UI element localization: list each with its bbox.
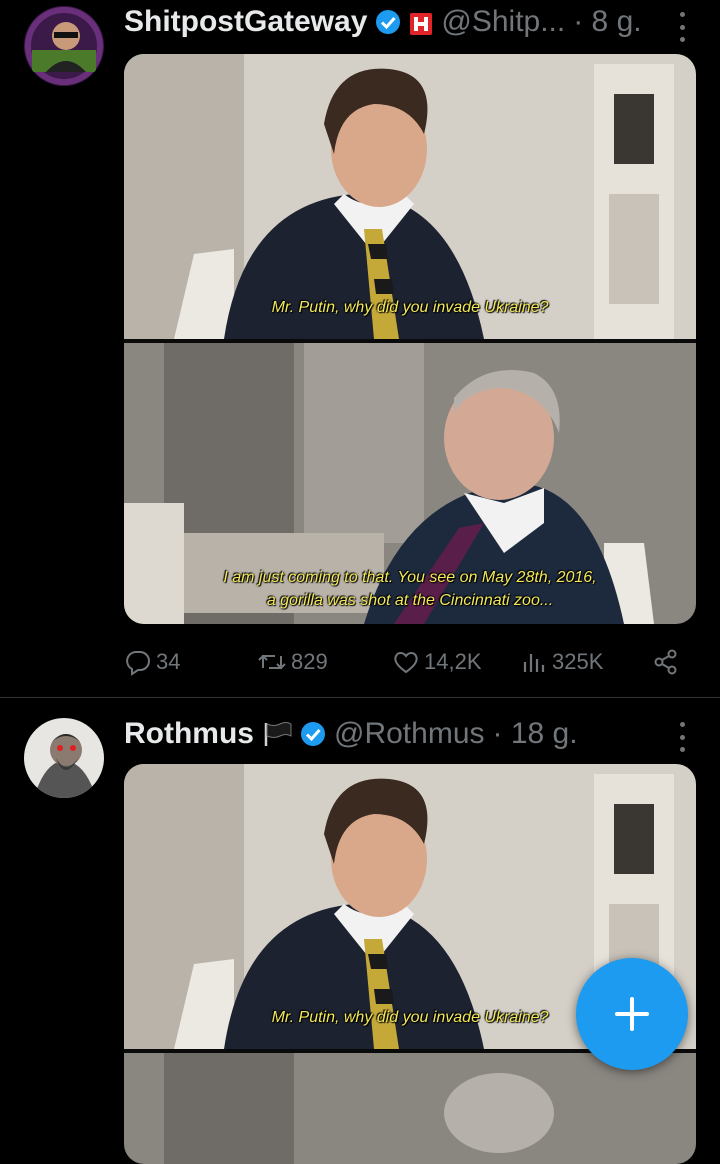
more-options-button[interactable] [678,722,686,752]
affiliate-logo-icon[interactable] [409,10,433,35]
author-name[interactable]: Rothmus [124,717,254,751]
view-count: 325K [552,649,604,674]
post-time[interactable]: · 8 g. [573,5,641,39]
share-icon [654,649,677,675]
video-frame-bottom: I am just coming to that. You see on May… [124,343,696,624]
repost-icon [258,654,286,670]
post-header: Rothmus @Rothmus · 18 g. [124,714,690,754]
views-icon [523,654,545,672]
post-header: ShitpostGateway @Shitp... · 8 g. [124,2,690,42]
avatar[interactable] [24,718,104,798]
subtitle-text: Mr. Putin, why did you invade Ukraine? [271,299,549,316]
subtitle-text: I am just coming to that. You see on May… [223,569,597,586]
like-button[interactable]: 14,2K [392,648,520,676]
like-count: 14,2K [424,649,482,674]
video-frame-top: Mr. Putin, why did you invade Ukraine? [124,54,696,339]
repost-count: 829 [291,649,328,674]
post-1[interactable]: ShitpostGateway @Shitp... · 8 g. Mr. Put… [0,0,720,696]
share-button[interactable] [652,648,684,676]
plus-icon [615,997,649,1031]
verified-badge-icon [300,721,326,747]
more-options-button[interactable] [678,12,686,42]
repost-button[interactable]: 829 [257,648,392,676]
reply-icon [126,651,150,676]
post-media[interactable]: Mr. Putin, why did you invade Ukraine? I… [124,54,696,624]
views-button[interactable]: 325K [520,648,652,676]
subtitle-text: a gorilla was shot at the Cincinnati zoo… [266,592,554,609]
flag-icon [262,721,292,747]
like-icon [394,652,418,674]
post-time[interactable]: · 18 g. [493,717,578,751]
compose-post-button[interactable] [576,958,688,1070]
author-handle[interactable]: @Rothmus [334,717,485,751]
verified-badge-icon [375,9,401,35]
avatar[interactable] [24,6,104,86]
author-name[interactable]: ShitpostGateway [124,5,367,39]
reply-button[interactable]: 34 [124,648,257,676]
video-frame-bottom [124,1053,696,1164]
author-handle[interactable]: @Shitp... [441,5,565,39]
post-actions: 34 829 14,2K 325K [124,642,684,682]
reply-count: 34 [156,649,181,674]
